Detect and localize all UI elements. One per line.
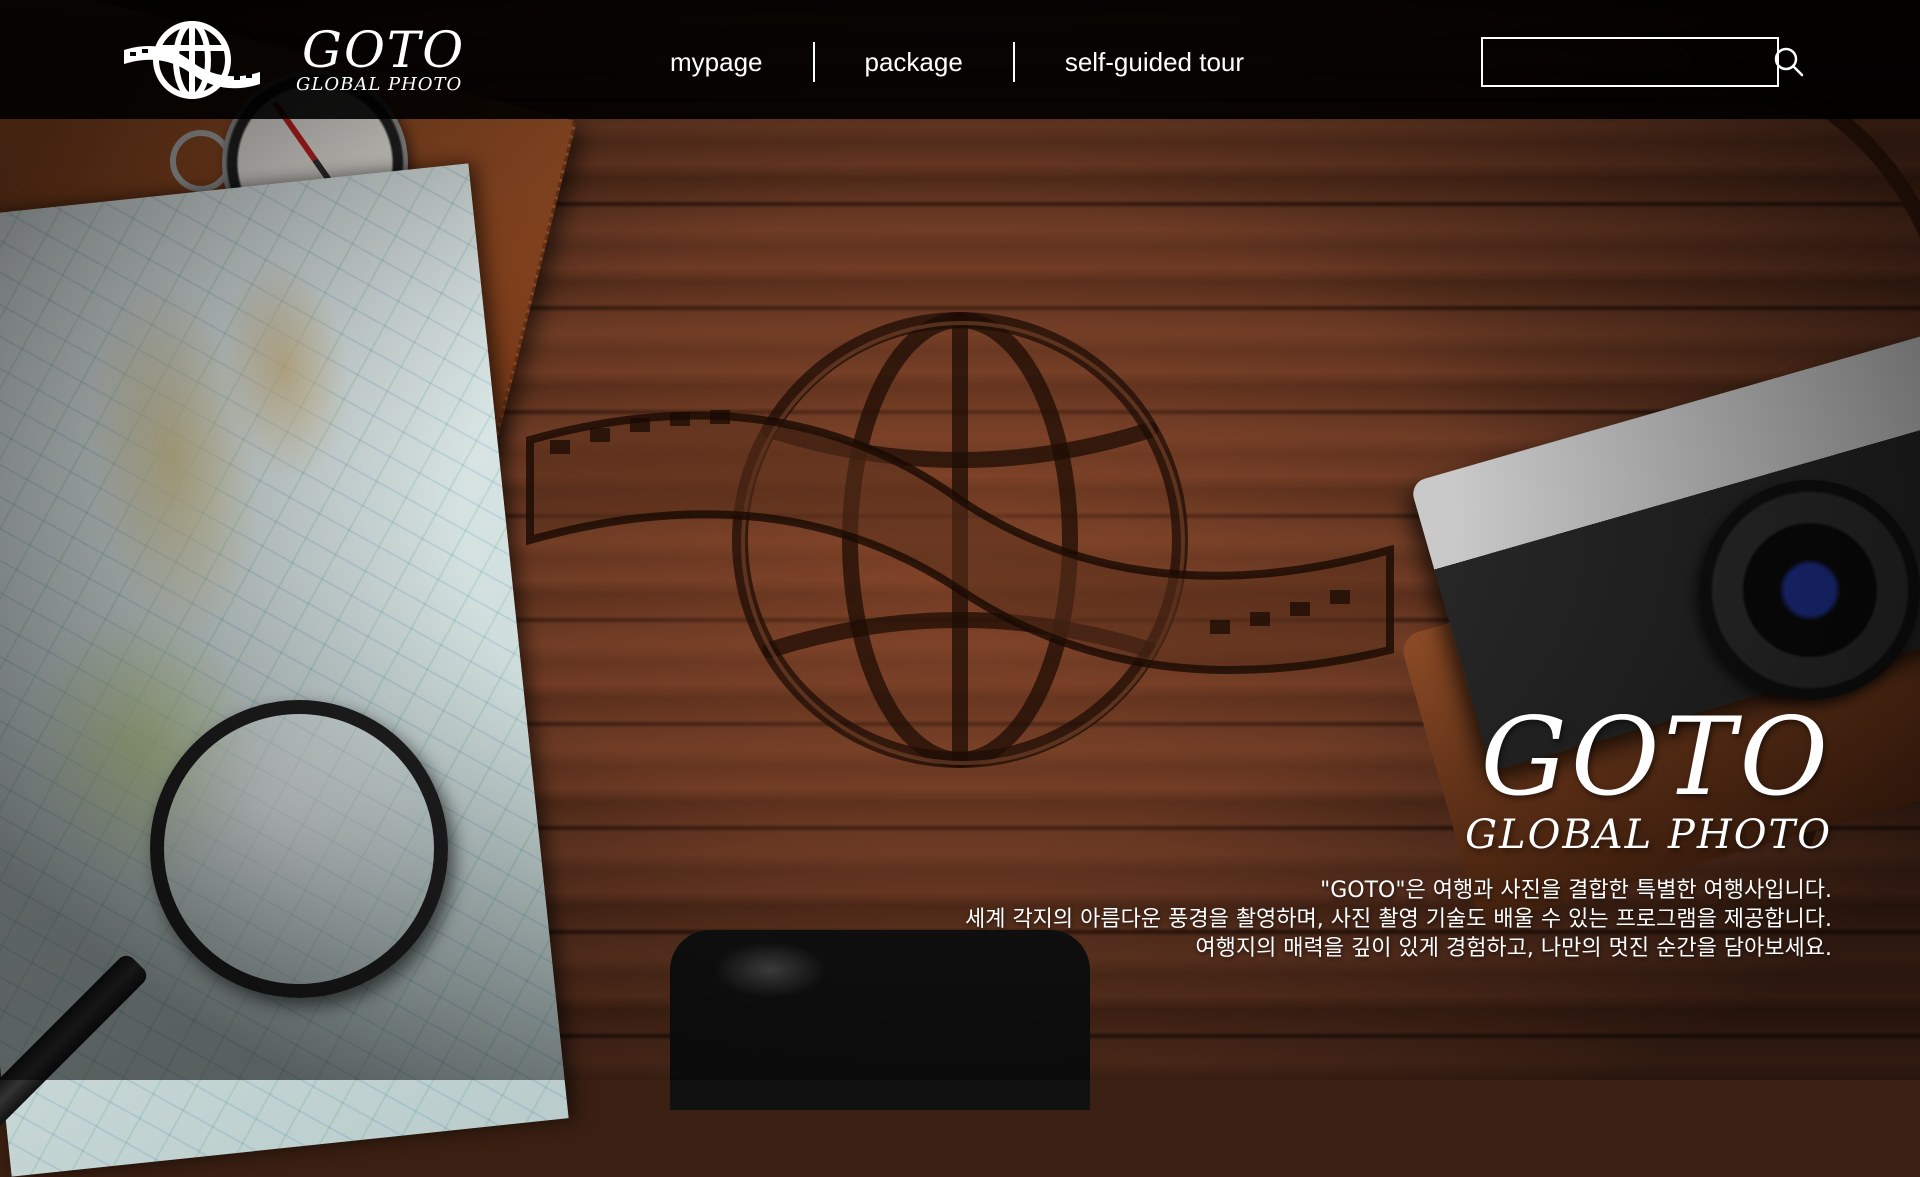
brand-title: GOTO — [302, 21, 466, 79]
engraved-globe-film-emblem — [526, 312, 1394, 768]
search-button[interactable] — [1772, 40, 1804, 84]
globe-film-icon — [124, 21, 260, 99]
top-navigation-bar: GOTO GLOBAL PHOTO mypage package self-gu… — [0, 0, 1920, 119]
main-nav: mypage package self-guided tour — [620, 40, 1294, 84]
brand-logo[interactable]: GOTO GLOBAL PHOTO — [122, 18, 466, 102]
brand-subtitle: GLOBAL PHOTO — [296, 74, 463, 95]
nav-item-self-guided-tour[interactable]: self-guided tour — [1015, 42, 1294, 82]
hero-description-line: 세계 각지의 아름다운 풍경을 촬영하며, 사진 촬영 기술도 배울 수 있는 … — [964, 907, 1832, 932]
hero-subtitle: GLOBAL PHOTO — [1465, 812, 1832, 858]
search-box — [1481, 37, 1804, 87]
hero-description-line: 여행지의 매력을 깊이 있게 경험하고, 나만의 멋진 순간을 담아보세요. — [1195, 936, 1832, 961]
hero-description-line: "GOTO"은 여행과 사진을 결합한 특별한 여행사입니다. — [1320, 878, 1832, 903]
search-icon — [1774, 47, 1804, 77]
nav-item-mypage[interactable]: mypage — [620, 42, 813, 82]
hero-description: "GOTO"은 여행과 사진을 결합한 특별한 여행사입니다. 세계 각지의 아… — [732, 876, 1832, 963]
search-input[interactable] — [1483, 40, 1772, 84]
nav-item-package[interactable]: package — [815, 42, 1013, 82]
hero-title: GOTO — [1480, 695, 1832, 820]
